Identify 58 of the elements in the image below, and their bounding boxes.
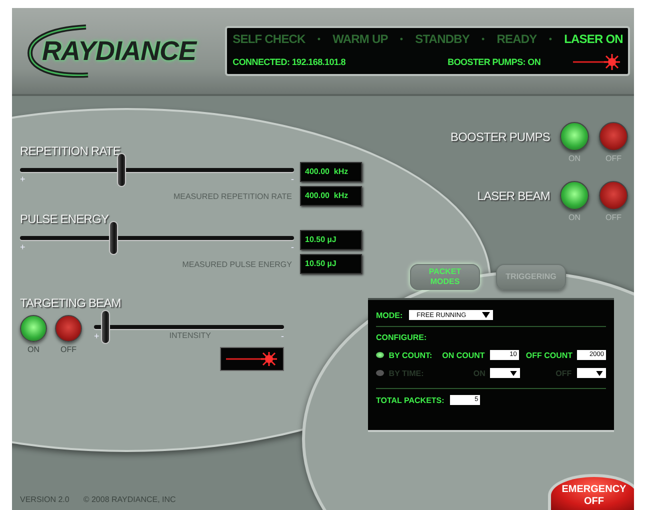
measured-value: 10.50 µJ <box>300 254 362 274</box>
switch-label: BOOSTER PUMPS <box>450 130 550 144</box>
control-label: REPETITION RATE <box>20 144 120 158</box>
off-button[interactable] <box>599 181 628 210</box>
slider-thumb[interactable] <box>109 221 118 255</box>
on-label: ON <box>568 213 580 222</box>
radio-button[interactable] <box>376 370 384 376</box>
max-mark: - <box>291 242 294 252</box>
min-mark: + <box>20 242 26 252</box>
switch-label: LASER BEAM <box>477 189 550 203</box>
on-button[interactable] <box>560 181 589 210</box>
stage-separator: • <box>548 34 552 44</box>
measured-value: 400.00 kHz <box>300 186 362 206</box>
max-mark: - <box>280 331 284 341</box>
off-time-dropdown[interactable] <box>576 368 606 378</box>
max-mark: - <box>291 174 294 184</box>
mode-label: MODE: <box>376 310 403 320</box>
on-button[interactable] <box>560 122 589 151</box>
setpoint-field[interactable]: 10.50 µJ <box>300 230 362 250</box>
option-label: BY COUNT: <box>388 350 434 360</box>
intensity-label: INTENSITY <box>169 331 212 340</box>
booster-pumps-status: BOOSTER PUMPS: ON <box>448 57 541 67</box>
slider-thumb[interactable] <box>101 310 110 344</box>
off-label: OFF <box>606 213 622 222</box>
total-packets-label: TOTAL PACKETS: <box>376 396 444 404</box>
stage-separator: • <box>317 34 321 44</box>
off-label: OFF <box>60 345 76 354</box>
measured-label: MEASURED REPETITION RATE <box>173 192 292 200</box>
setpoint-field[interactable]: 400.00 kHz <box>300 162 362 182</box>
status-stage: WARM UP <box>332 32 388 46</box>
off-label: OFF <box>606 154 622 163</box>
caret-icon <box>596 370 603 376</box>
status-stage: READY <box>496 32 537 46</box>
stage-separator: • <box>482 34 485 44</box>
status-stage: SELF CHECK <box>232 32 306 46</box>
measured-label: MEASURED PULSE ENERGY <box>182 260 292 268</box>
caret-icon <box>482 312 490 318</box>
configure-label: CONFIGURE: <box>376 333 428 342</box>
connection-status: CONNECTED: 192.168.101.8 <box>232 57 347 67</box>
control-label: TARGETING BEAM <box>20 296 121 310</box>
off-count-label: OFF COUNT <box>526 350 572 360</box>
on-label: ON <box>568 154 580 163</box>
on-time-dropdown[interactable] <box>490 368 520 378</box>
stage-separator: • <box>400 34 404 44</box>
copyright-text: © 2008 RAYDIANCE, INC <box>83 495 176 504</box>
radio-button[interactable] <box>376 352 384 358</box>
on-count-label: ON COUNT <box>442 350 485 360</box>
control-label: PULSE ENERGY <box>20 212 109 226</box>
status-stage: LASER ON <box>564 32 623 46</box>
slider-thumb[interactable] <box>117 153 126 187</box>
min-mark: + <box>20 174 26 184</box>
caret-icon <box>510 370 517 376</box>
status-stage: STANDBY <box>415 32 470 46</box>
min-mark: + <box>94 331 100 341</box>
version-text: VERSION 2.0 <box>20 495 70 504</box>
off-button[interactable] <box>599 122 628 151</box>
on-label: ON <box>28 345 40 354</box>
logo-text: RAYDIANCE <box>42 36 196 66</box>
